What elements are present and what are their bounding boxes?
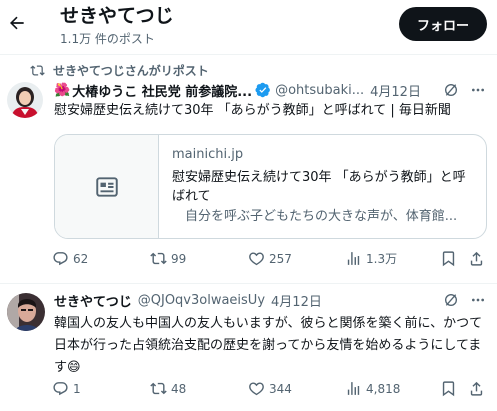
like-button[interactable]: 344	[248, 380, 292, 397]
verified-icon	[255, 82, 271, 98]
tweet-actions: 1 48 344 4,818	[50, 380, 490, 400]
views-count: 1.3万	[366, 252, 398, 266]
avatar[interactable]	[7, 82, 43, 118]
like-count: 344	[269, 381, 292, 396]
repost-label: せきやてつじさんがリポスト	[53, 63, 209, 78]
grok-icon[interactable]	[443, 292, 459, 308]
repost-icon	[150, 252, 167, 265]
tweet-text: 慰安婦歴史伝え続けて30年 「あらがう教師」と呼ばれて | 毎日新聞	[54, 103, 451, 118]
share-icon[interactable]	[468, 250, 485, 267]
link-card[interactable]: mainichi.jp 慰安婦歴史伝え続けて30年 「あらがう教師」と呼ばれて …	[54, 134, 487, 239]
tweet-divider	[0, 283, 497, 284]
author-handle[interactable]: @QJOqv3olwaeisUy	[138, 293, 265, 308]
reply-button[interactable]: 62	[52, 250, 88, 267]
profile-header: せきやてつじ 1.1万 件のポスト フォロー	[0, 0, 497, 55]
like-count: 257	[269, 251, 292, 266]
like-button[interactable]: 257	[248, 250, 292, 267]
reply-icon	[53, 252, 68, 266]
views-button[interactable]: 4,818	[345, 380, 400, 397]
share-icon[interactable]	[468, 380, 485, 397]
follow-button[interactable]: フォロー	[399, 7, 487, 41]
avatar-image	[7, 293, 45, 331]
reply-button[interactable]: 1	[52, 380, 81, 397]
views-icon	[347, 252, 360, 265]
reply-count: 1	[73, 381, 81, 396]
repost-indicator[interactable]: せきやてつじさんがリポスト	[30, 62, 209, 78]
author-name-text: 大椿ゆうこ 社民党 前参議院...	[72, 84, 253, 100]
like-icon	[249, 252, 264, 266]
back-arrow-icon	[10, 16, 24, 30]
reply-count: 62	[73, 251, 89, 266]
repost-count: 99	[171, 251, 187, 266]
repost-icon	[30, 64, 45, 76]
page: せきやてつじ 1.1万 件のポスト フォロー せきやてつじさんがリポスト 🌺 大…	[0, 0, 497, 411]
author-name[interactable]: 🌺 大椿ゆうこ 社民党 前参議院...	[54, 81, 252, 100]
tweet-header: 🌺 大椿ゆうこ 社民党 前参議院... @ohtsubaki... 4月12日	[54, 80, 494, 100]
back-button[interactable]	[4, 10, 30, 36]
repost-button[interactable]: 48	[150, 380, 186, 397]
views-count: 4,818	[366, 381, 401, 396]
card-title: 慰安婦歴史伝え続けて30年 「あらがう教師」と呼ばれて	[172, 170, 466, 204]
like-icon	[249, 382, 264, 396]
reply-icon	[53, 382, 68, 396]
repost-count: 48	[171, 381, 187, 396]
repost-icon	[150, 382, 167, 395]
tweet-date[interactable]: 4月12日	[271, 291, 322, 310]
author-handle[interactable]: @ohtsubaki...	[275, 83, 364, 98]
bookmark-icon[interactable]	[440, 250, 457, 267]
avatar-image	[7, 82, 43, 118]
more-icon[interactable]	[470, 82, 486, 98]
tweet-header: せきやてつじ @QJOqv3olwaeisUy 4月12日	[54, 290, 494, 310]
tweet-text: 韓国人の友人も中国人の友人もいますが、彼らと関係を築く前に、かつて日本が行った占…	[54, 316, 483, 375]
card-thumbnail	[55, 135, 159, 238]
author-name[interactable]: せきやてつじ	[54, 291, 132, 310]
tweet-actions: 62 99 257 1.3万	[50, 250, 490, 270]
views-icon	[347, 382, 360, 395]
repost-button[interactable]: 99	[150, 250, 186, 267]
grok-icon[interactable]	[443, 82, 459, 98]
card-domain: mainichi.jp	[172, 147, 244, 162]
tweet-date[interactable]: 4月12日	[370, 81, 421, 100]
more-icon[interactable]	[470, 292, 486, 308]
avatar[interactable]	[7, 293, 45, 331]
flower-emoji: 🌺	[54, 82, 71, 98]
card-description: 自分を呼ぶ子どもたちの大きな声が、体育館...	[185, 209, 458, 224]
bookmark-icon[interactable]	[440, 380, 457, 397]
views-button[interactable]: 1.3万	[345, 250, 397, 267]
post-count: 1.1万 件のポスト	[60, 32, 155, 46]
page-title: せきやてつじ	[60, 5, 174, 27]
article-icon	[95, 176, 118, 197]
